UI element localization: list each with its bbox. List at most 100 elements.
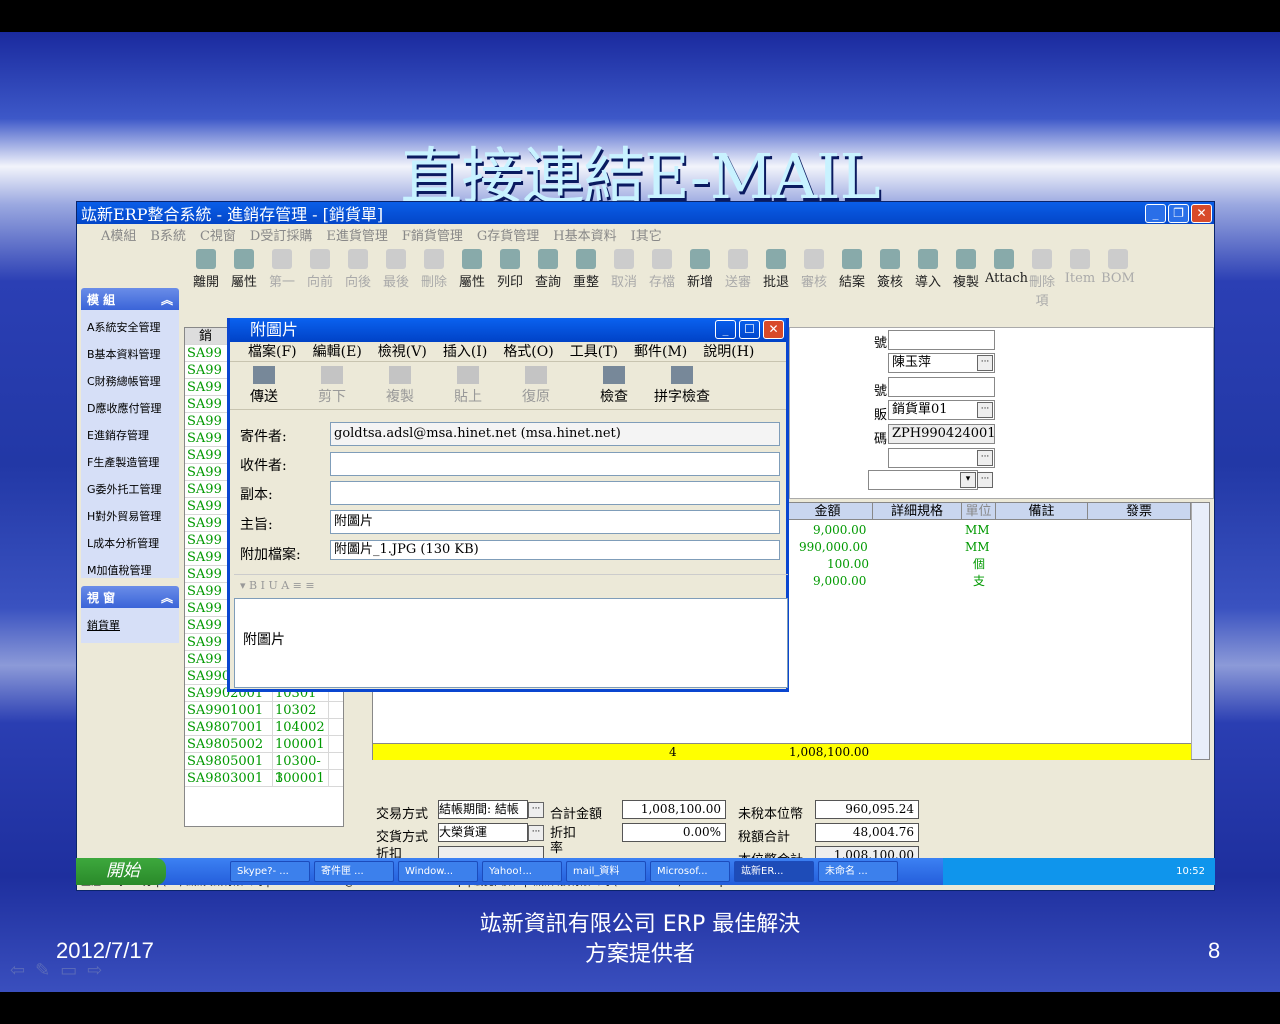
windows-header[interactable]: 視 窗 ︽ [81,586,179,608]
from-select[interactable]: goldtsa.adsl@msa.hinet.net (msa.hinet.ne… [330,422,780,446]
dropdown-button[interactable]: ▾ [960,472,976,488]
minimize-button[interactable]: _ [715,320,736,339]
sidebar-item[interactable]: M加值稅管理 [87,557,173,584]
ellipsis-button[interactable]: ··· [528,825,544,841]
toolbar-button[interactable]: 取消 [605,245,643,291]
pen-icon[interactable]: ✎ [35,960,50,981]
trade-field[interactable]: 結帳期間: 結帳 [438,800,528,819]
dialog-tool-button[interactable]: 拼字檢查 [648,362,716,409]
ellipsis-button[interactable]: ··· [977,450,993,466]
next-icon[interactable]: ⇨ [87,960,102,981]
toolbar-button[interactable]: 送審 [719,245,757,291]
list-item[interactable]: SA9901001 10302 [185,702,343,719]
cc-label[interactable]: 副本: [240,484,273,504]
toolbar-button[interactable]: 結案 [833,245,871,291]
menu-item[interactable]: E進貨管理 [326,225,388,244]
dialog-tool-button[interactable]: 剪下 [298,362,366,409]
menu-item[interactable]: B系統 [150,225,186,244]
form-field[interactable] [888,330,995,350]
sidebar-item[interactable]: G委外托工管理 [87,476,173,503]
ellipsis-button[interactable]: ··· [977,472,993,488]
minimize-button[interactable]: _ [1145,204,1166,223]
toolbar-button[interactable]: Attach [985,245,1028,291]
list-item[interactable]: SA9803001 100001 [185,770,343,787]
to-label[interactable]: 收件者: [240,455,287,475]
close-button[interactable]: ✕ [1191,204,1212,223]
sidebar-item[interactable]: B基本資料管理 [87,341,173,368]
toolbar-button[interactable]: 離開 [187,245,225,291]
menu-item[interactable]: I其它 [631,225,662,244]
toolbar-button[interactable]: 列印 [491,245,529,291]
dialog-menu-item[interactable]: 插入(I) [443,342,487,361]
menu-item[interactable]: C視窗 [200,225,236,244]
collapse-icon[interactable]: ︽ [161,291,173,307]
start-button[interactable]: 開始 [76,858,166,885]
taskbar-button[interactable]: Microsof... [650,861,730,882]
sidebar-item[interactable]: L成本分析管理 [87,530,173,557]
taskbar-button[interactable]: Skype?- ... [230,861,310,882]
modules-header[interactable]: 模 組 ︽ [81,288,179,310]
taskbar-button[interactable]: 寄件匣 ... [314,861,394,882]
dialog-menu-item[interactable]: 檔案(F) [248,342,297,361]
dialog-tool-button[interactable]: 貼上 [434,362,502,409]
toolbar-button[interactable]: 導入 [909,245,947,291]
amount-cell[interactable]: 9,000.00 [813,522,866,539]
dialog-tool-button[interactable]: 復原 [502,362,570,409]
taskbar-button[interactable]: Yahoo!... [482,861,562,882]
amount-cell[interactable]: 100.00 [827,556,869,573]
list-item[interactable]: SA9805002 100001 [185,736,343,753]
dialog-menu-item[interactable]: 工具(T) [570,342,618,361]
amount-cell[interactable]: 990,000.00 [799,539,868,556]
toolbar-button[interactable]: 複製 [947,245,985,291]
toolbar-button[interactable]: 審核 [795,245,833,291]
sidebar-item[interactable]: H對外貿易管理 [87,503,173,530]
rate-field[interactable]: 0.00% [622,823,726,842]
amount-cell[interactable]: 9,000.00 [813,573,866,590]
ship-field[interactable]: 大榮貨運 [438,823,528,842]
toolbar-button[interactable]: 存檔 [643,245,681,291]
menu-item[interactable]: D受訂採購 [250,225,312,244]
toolbar-button[interactable]: 最後 [377,245,415,291]
toolbar-button[interactable]: 批退 [757,245,795,291]
toolbar-button[interactable]: 刪除項 [1023,245,1061,309]
toolbar-button[interactable]: 重整 [567,245,605,291]
ellipsis-button[interactable]: ··· [977,402,993,418]
to-input[interactable] [330,452,780,476]
dialog-menu-item[interactable]: 說明(H) [703,342,754,361]
sidebar-item[interactable]: C財務總帳管理 [87,368,173,395]
grid-scrollbar[interactable] [1191,503,1209,759]
menu-item[interactable]: G存貨管理 [477,225,539,244]
maximize-button[interactable]: ☐ [739,320,760,339]
collapse-icon[interactable]: ︽ [161,589,173,605]
dialog-menu-item[interactable]: 檢視(V) [378,342,427,361]
subject-input[interactable]: 附圖片 [330,510,780,534]
unit-cell[interactable]: 個 [973,556,985,573]
form-field[interactable] [888,377,995,397]
dialog-tool-button[interactable]: 檢查 [580,362,648,409]
dialog-menu-item[interactable]: 郵件(M) [634,342,687,361]
unit-cell[interactable]: MM [965,522,990,539]
menu-item[interactable]: F銷貨管理 [402,225,463,244]
sidebar-item[interactable]: E進銷存管理 [87,422,173,449]
sidebar-item[interactable]: F生產製造管理 [87,449,173,476]
toolbar-button[interactable]: 向後 [339,245,377,291]
menu-item[interactable]: H基本資料 [553,225,616,244]
cc-input[interactable] [330,481,780,505]
dialog-tool-button[interactable]: 傳送 [230,362,298,409]
list-item[interactable]: SA9807001 104002 [185,719,343,736]
prev-icon[interactable]: ⇦ [10,960,25,981]
toolbar-button[interactable]: 屬性 [225,245,263,291]
dialog-menu-item[interactable]: 格式(O) [503,342,553,361]
message-body[interactable]: 附圖片 [234,598,788,688]
attachment-item[interactable]: 附圖片_1.JPG (130 KB) [330,540,780,560]
toolbar-button[interactable]: Item [1061,245,1099,291]
taskbar-button[interactable]: Window... [398,861,478,882]
toolbar-button[interactable]: 簽核 [871,245,909,291]
dialog-menu-item[interactable]: 編輯(E) [313,342,362,361]
list-item[interactable]: SA9805001 10300-3 [185,753,343,786]
menu-icon[interactable]: ▭ [60,960,77,981]
taskbar-button[interactable]: 竑新ER... [734,861,814,882]
toolbar-button[interactable]: 查詢 [529,245,567,291]
menu-item[interactable]: A模組 [101,225,136,244]
close-button[interactable]: ✕ [763,320,784,339]
